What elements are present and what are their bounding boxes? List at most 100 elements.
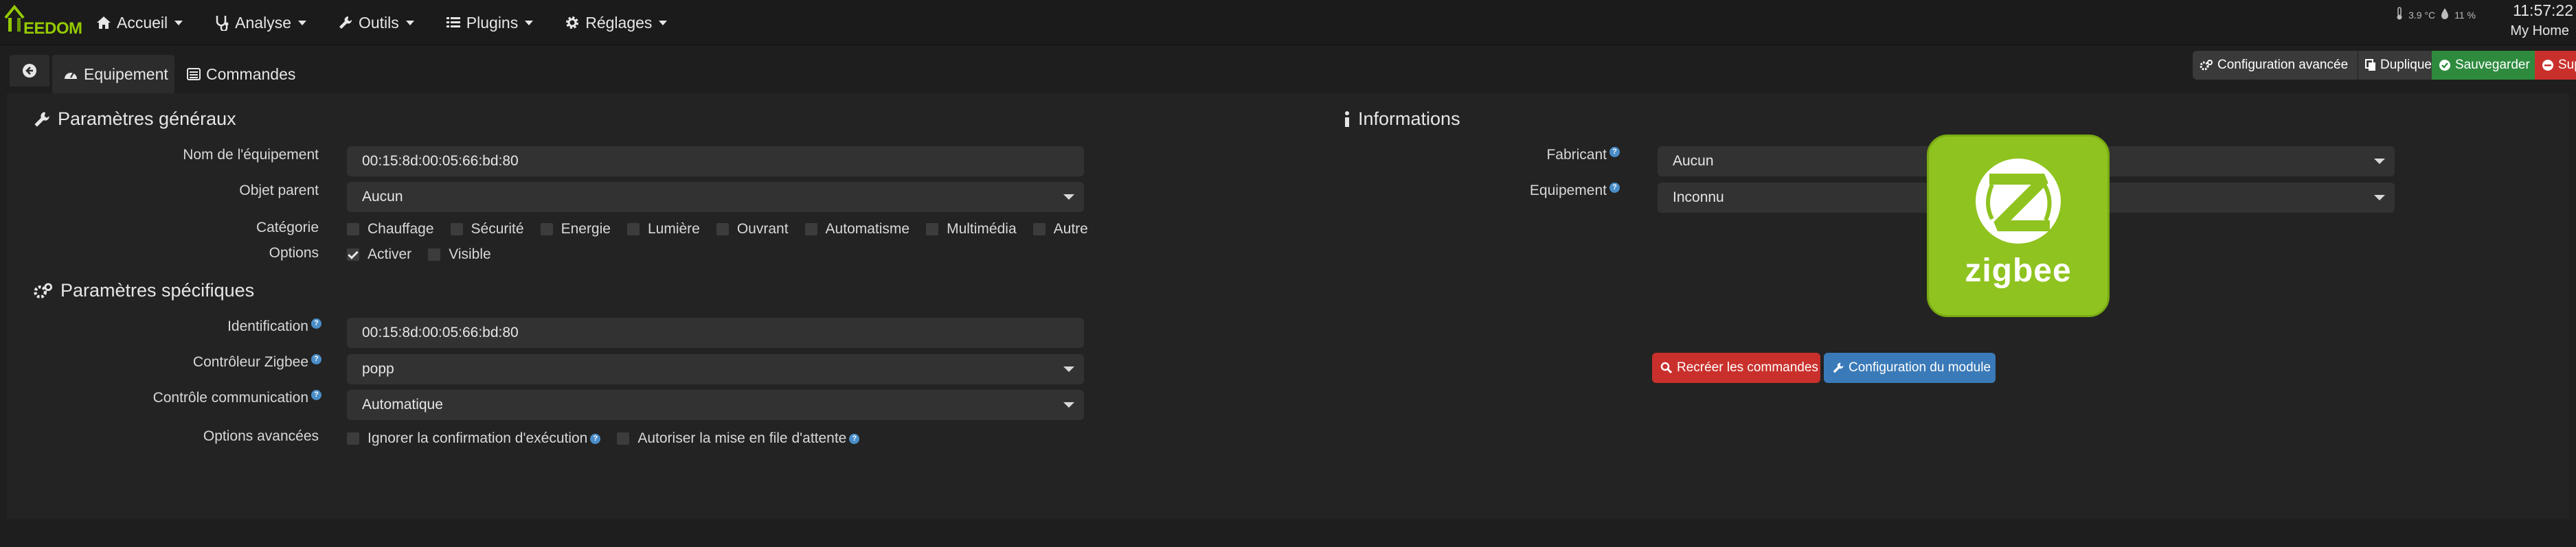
option-ignore-confirmation[interactable]: Ignorer la confirmation d'exécution?: [347, 430, 601, 447]
option-label-text: Visible: [449, 246, 491, 262]
equipment-name-value: 00:15:8d:00:05:66:bd:80: [362, 153, 519, 169]
question-circle-icon[interactable]: ?: [311, 318, 321, 329]
humidity-value: 11 %: [2454, 9, 2476, 21]
checkbox[interactable]: [617, 432, 630, 445]
menu-accueil-label: Accueil: [117, 13, 168, 32]
wrench-icon: [337, 14, 354, 32]
category-lumiere[interactable]: Lumière: [626, 221, 700, 237]
delete-button[interactable]: Supprimer: [2535, 51, 2576, 80]
chevron-down-icon: [1063, 194, 1074, 200]
zigbee-device-image: zigbee: [1927, 135, 2110, 317]
category-label-text: Lumière: [647, 221, 700, 237]
advanced-config-button[interactable]: Configuration avancée: [2193, 51, 2358, 80]
cogs-icon: [2200, 59, 2213, 71]
maker-label: Fabricant?: [1546, 147, 1620, 163]
advanced-config-label: Configuration avancée: [2217, 58, 2349, 72]
category-chauffage[interactable]: Chauffage: [347, 221, 434, 237]
category-autre[interactable]: Autre: [1032, 221, 1088, 237]
zigbee-controller-value: popp: [362, 361, 394, 377]
action-buttons: Configuration avancée Dupliquer Sauvegar…: [2193, 51, 2576, 80]
zigbee-controller-select[interactable]: popp: [347, 354, 1084, 384]
tab-commandes[interactable]: Commandes: [176, 55, 298, 93]
question-circle-icon[interactable]: ?: [1609, 147, 1620, 157]
category-ouvrant[interactable]: Ouvrant: [716, 221, 789, 237]
recreate-commands-button[interactable]: Recréer les commandes: [1652, 353, 1820, 383]
tab-bar: Equipement Commandes: [0, 45, 2576, 93]
minus-circle-icon: [2542, 59, 2554, 71]
clock: 11:57:22: [2513, 1, 2573, 19]
category-label-text: Multimédia: [947, 221, 1017, 237]
category-multimedia[interactable]: Multimédia: [926, 221, 1017, 237]
save-button[interactable]: Sauvegarder: [2432, 51, 2535, 80]
checkbox[interactable]: [347, 223, 359, 235]
back-button[interactable]: [10, 55, 49, 86]
menu-accueil[interactable]: Accueil: [95, 14, 183, 32]
tab-equipement[interactable]: Equipement: [52, 55, 174, 93]
maker-label-text: Fabricant: [1546, 147, 1607, 163]
equipment-value: Inconnu: [1673, 189, 1724, 205]
question-circle-icon[interactable]: ?: [1609, 183, 1620, 193]
zigbee-word: zigbee: [1965, 253, 2072, 289]
thermometer-icon: [2396, 7, 2403, 23]
checkbox[interactable]: [428, 248, 441, 261]
question-circle-icon[interactable]: ?: [849, 433, 860, 444]
category-label-text: Autre: [1053, 221, 1088, 237]
question-circle-icon[interactable]: ?: [311, 390, 321, 400]
informations-title: Informations: [1343, 108, 1460, 130]
maker-value: Aucun: [1673, 153, 1714, 169]
parent-label: Objet parent: [239, 183, 319, 198]
general-params-title-text: Paramètres généraux: [58, 108, 236, 129]
specific-params-title-text: Paramètres spécifiques: [60, 280, 255, 301]
chevron-down-icon: [2374, 195, 2385, 200]
home-label[interactable]: My Home: [2510, 23, 2569, 39]
option-visible[interactable]: Visible: [428, 246, 491, 263]
menu-analyse-label: Analyse: [235, 13, 291, 32]
menu-reglages-label: Réglages: [585, 13, 653, 32]
category-energie[interactable]: Energie: [540, 221, 611, 237]
category-label-text: Energie: [561, 221, 611, 237]
module-config-button[interactable]: Configuration du module: [1824, 353, 1996, 383]
advanced-options-label: Options avancées: [203, 428, 319, 444]
option-activer[interactable]: Activer: [347, 246, 411, 263]
list-alt-icon: [187, 68, 201, 80]
menu-reglages[interactable]: Réglages: [563, 13, 668, 32]
chevron-down-icon: [297, 20, 306, 25]
duplicate-button[interactable]: Dupliquer: [2358, 51, 2436, 80]
checkbox[interactable]: [626, 223, 640, 235]
checkbox[interactable]: [347, 432, 359, 445]
category-automatisme[interactable]: Automatisme: [804, 221, 909, 237]
comm-label-text: Contrôle communication: [152, 390, 308, 406]
parent-object-value: Aucun: [362, 189, 403, 205]
stethoscope-icon: [213, 14, 231, 32]
checkbox[interactable]: [926, 223, 939, 235]
option-allow-queue[interactable]: Autoriser la mise en file d'attente?: [617, 430, 860, 447]
category-securite[interactable]: Sécurité: [450, 221, 524, 237]
menu-analyse[interactable]: Analyse: [213, 14, 306, 32]
comm-control-select[interactable]: Automatique: [347, 390, 1084, 420]
category-label-text: Ouvrant: [736, 221, 789, 237]
category-checkboxes: Chauffage Sécurité Energie Lumière Ouvra…: [347, 221, 1105, 237]
menu-plugins[interactable]: Plugins: [444, 14, 534, 32]
controller-label-text: Contrôleur Zigbee: [192, 354, 308, 370]
checkbox-checked[interactable]: [347, 248, 359, 261]
question-circle-icon[interactable]: ?: [311, 354, 321, 364]
jeedom-logo[interactable]: EEDOM: [4, 3, 82, 41]
droplet-icon: [2441, 8, 2449, 22]
navbar: EEDOM Accueil Analyse Outils Plugins Rég…: [0, 0, 2576, 45]
options-label: Options: [269, 245, 319, 261]
equipment-name-input[interactable]: 00:15:8d:00:05:66:bd:80: [347, 146, 1084, 176]
checkbox[interactable]: [450, 223, 463, 235]
weather-widget: 3.9 °C 11 %: [2396, 7, 2481, 23]
equipment-label: Equipement?: [1530, 183, 1620, 199]
checkbox[interactable]: [804, 223, 817, 235]
checkbox[interactable]: [716, 223, 729, 235]
checkbox[interactable]: [540, 223, 553, 235]
checkbox[interactable]: [1032, 223, 1046, 235]
identification-input[interactable]: 00:15:8d:00:05:66:bd:80: [347, 318, 1084, 348]
menu-outils[interactable]: Outils: [337, 14, 414, 32]
copy-icon: [2365, 59, 2376, 71]
tab-equipement-label: Equipement: [84, 65, 168, 83]
question-circle-icon[interactable]: ?: [590, 433, 601, 444]
wrench-icon: [1832, 362, 1844, 374]
parent-object-select[interactable]: Aucun: [347, 182, 1084, 212]
